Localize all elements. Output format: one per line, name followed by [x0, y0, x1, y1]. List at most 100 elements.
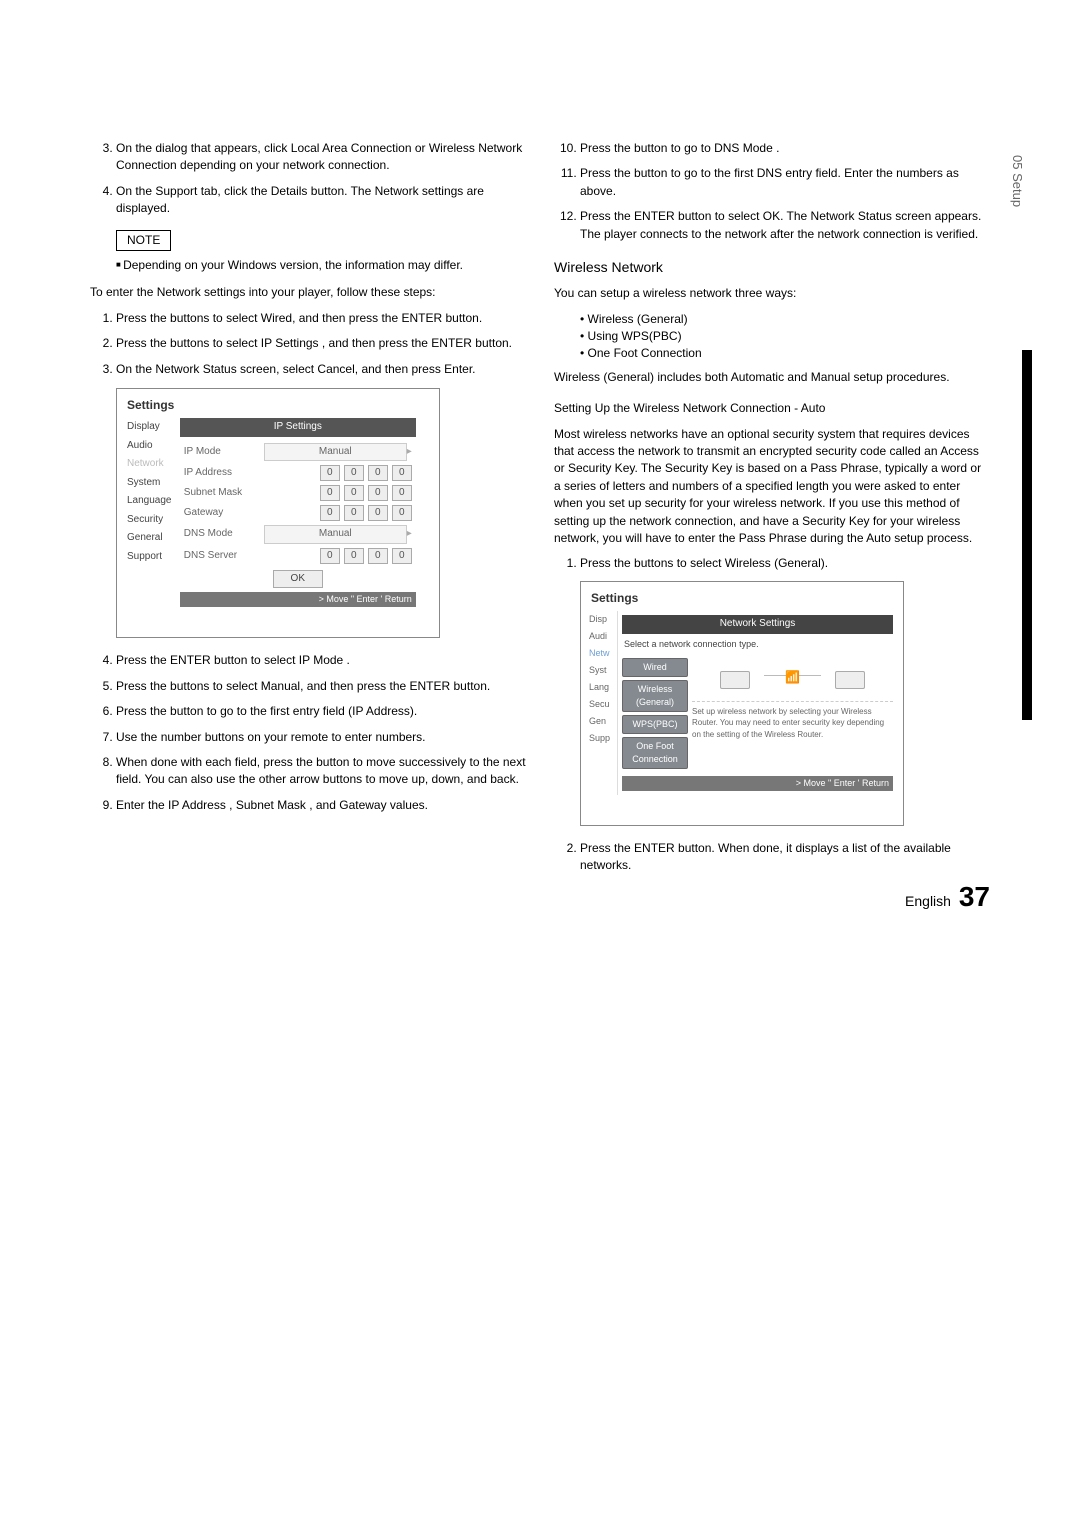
ip-octet-field[interactable]: 0	[368, 505, 388, 521]
thumb-tab-indicator	[1022, 350, 1032, 720]
sidebar-item[interactable]: Disp	[587, 611, 617, 628]
chevron-right-icon: ▸	[407, 445, 412, 460]
fig2-option-buttons: Wired Wireless (General) WPS(PBC) One Foot …	[622, 655, 686, 772]
fig2-main: Network Settings Select a network connec…	[617, 611, 897, 795]
list-item: Using WPS(PBC)	[580, 328, 990, 345]
sidebar-item[interactable]: Security	[123, 511, 177, 530]
list-item: On the Network Status screen, select Can…	[116, 361, 526, 378]
fig2-prompt: Select a network connection type.	[622, 634, 893, 655]
list-item: Press the ENTER button. When done, it di…	[580, 840, 990, 875]
list-item: Press the buttons to select Manual, and …	[116, 678, 526, 695]
sidebar-item[interactable]: Netw	[587, 645, 617, 662]
network-type-button[interactable]: WPS(PBC)	[622, 715, 688, 734]
fig1-hint-bar: > Move " Enter ' Return	[180, 592, 416, 607]
ip-octet-field[interactable]: 0	[368, 465, 388, 481]
right-intro: You can setup a wireless network three w…	[554, 285, 990, 302]
list-item: On the dialog that appears, click Local …	[116, 140, 526, 175]
fig2-graphic: 📶	[692, 655, 893, 702]
sidebar-item[interactable]: Support	[123, 548, 177, 567]
figure1-title: Settings	[127, 397, 433, 414]
fig1-main: IP Settings IP ModeManual ▸IP Address000…	[180, 418, 416, 607]
ip-octet-field[interactable]: 0	[320, 505, 340, 521]
network-type-button[interactable]: Wired	[622, 658, 688, 677]
left-steps-b: Press the ENTER button to select IP Mode…	[90, 652, 526, 814]
ip-octet-field[interactable]: 0	[344, 465, 364, 481]
right-column: Press the button to go to DNS Mode . Pres…	[554, 140, 990, 883]
figure2-title: Settings	[591, 590, 897, 607]
sidebar-item[interactable]: Lang	[587, 679, 617, 696]
ip-row-label: DNS Server	[184, 549, 264, 564]
list-item: Press the button to go to the first entr…	[116, 703, 526, 720]
page-footer: English 37	[905, 881, 990, 913]
list-item: Wireless (General)	[580, 311, 990, 328]
right-steps-d: Press the buttons to select Wireless (Ge…	[554, 555, 990, 572]
ip-octet-field[interactable]: 0	[344, 485, 364, 501]
network-type-button[interactable]: One Foot Connection	[622, 737, 688, 769]
ip-row-label: IP Mode	[184, 445, 264, 460]
router-icon	[835, 671, 865, 689]
sidebar-item[interactable]: Network	[123, 455, 177, 474]
mode-value[interactable]: Manual	[264, 525, 407, 544]
ip-row-label: IP Address	[184, 466, 264, 481]
ip-octet-field[interactable]: 0	[344, 548, 364, 564]
ip-row-label: Gateway	[184, 506, 264, 521]
left-steps-a: Press the buttons to select Wired, and t…	[90, 310, 526, 378]
list-item: Use the number buttons on your remote to…	[116, 729, 526, 746]
sidebar-item[interactable]: General	[123, 529, 177, 548]
left-column: On the dialog that appears, click Local …	[90, 140, 526, 883]
ip-row: IP ModeManual ▸	[180, 441, 416, 464]
note-label: NOTE	[116, 230, 171, 251]
note-text: Depending on your Windows version, the i…	[116, 257, 526, 274]
sidebar-item[interactable]: Audio	[123, 437, 177, 456]
ip-octet-field[interactable]: 0	[368, 485, 388, 501]
ip-row: DNS Server0000	[180, 546, 416, 566]
mode-value[interactable]: Manual	[264, 443, 407, 462]
ip-octet-field[interactable]: 0	[344, 505, 364, 521]
list-item: Press the buttons to select Wireless (Ge…	[580, 555, 990, 572]
left-intro: To enter the Network settings into your …	[90, 284, 526, 301]
ip-octet-field[interactable]: 0	[392, 548, 412, 564]
ip-settings-figure: Settings DisplayAudioNetworkSystemLangua…	[116, 388, 440, 638]
fig1-header: IP Settings	[180, 418, 416, 437]
two-column-layout: On the dialog that appears, click Local …	[90, 140, 990, 883]
right-steps-e: Press the ENTER button. When done, it di…	[554, 840, 990, 875]
ip-row: Gateway0000	[180, 503, 416, 523]
fig2-description: Set up wireless network by selecting you…	[692, 706, 893, 741]
sidebar-item[interactable]: Secu	[587, 696, 617, 713]
ip-octet-field[interactable]: 0	[392, 505, 412, 521]
list-item: Press the button to go to the first DNS …	[580, 165, 990, 200]
ip-octet-field[interactable]: 0	[392, 485, 412, 501]
fig2-hint-bar: > Move " Enter ' Return	[622, 776, 893, 791]
fig2-header: Network Settings	[622, 615, 893, 634]
list-item: Enter the IP Address , Subnet Mask , and…	[116, 797, 526, 814]
ip-row-label: Subnet Mask	[184, 486, 264, 501]
ip-octet-field[interactable]: 0	[392, 465, 412, 481]
fig1-ok-button[interactable]: OK	[273, 570, 323, 589]
network-settings-figure: Settings DispAudiNetwSystLangSecuGenSupp…	[580, 581, 904, 826]
list-item: Press the button to go to DNS Mode .	[580, 140, 990, 157]
sidebar-item[interactable]: Audi	[587, 628, 617, 645]
sidebar-item[interactable]: Supp	[587, 730, 617, 747]
sidebar-item[interactable]: Language	[123, 492, 177, 511]
list-item: On the Support tab, click the Details bu…	[116, 183, 526, 218]
ip-octet-field[interactable]: 0	[368, 548, 388, 564]
ip-octet-field[interactable]: 0	[320, 485, 340, 501]
network-type-button[interactable]: Wireless (General)	[622, 680, 688, 712]
ip-octet-field[interactable]: 0	[320, 465, 340, 481]
list-item: Press the buttons to select IP Settings …	[116, 335, 526, 352]
auto-subheading: Setting Up the Wireless Network Connecti…	[554, 400, 990, 417]
sidebar-item[interactable]: Syst	[587, 662, 617, 679]
wireless-network-heading: Wireless Network	[554, 257, 990, 277]
list-item: Press the ENTER button to select OK. The…	[580, 208, 990, 243]
right-steps-c: Press the button to go to DNS Mode . Pres…	[554, 140, 990, 243]
auto-paragraph: Most wireless networks have an optional …	[554, 426, 990, 548]
ip-octet-field[interactable]: 0	[320, 548, 340, 564]
page-content: 05 Setup On the dialog that appears, cli…	[0, 0, 1080, 943]
ways-list: Wireless (General)Using WPS(PBC)One Foot…	[554, 311, 990, 363]
footer-page-number: 37	[959, 881, 990, 912]
sidebar-item[interactable]: Gen	[587, 713, 617, 730]
fig1-sidebar: DisplayAudioNetworkSystemLanguageSecurit…	[123, 418, 177, 566]
sidebar-item[interactable]: System	[123, 474, 177, 493]
fig2-sidebar: DispAudiNetwSystLangSecuGenSupp	[587, 611, 617, 795]
sidebar-item[interactable]: Display	[123, 418, 177, 437]
